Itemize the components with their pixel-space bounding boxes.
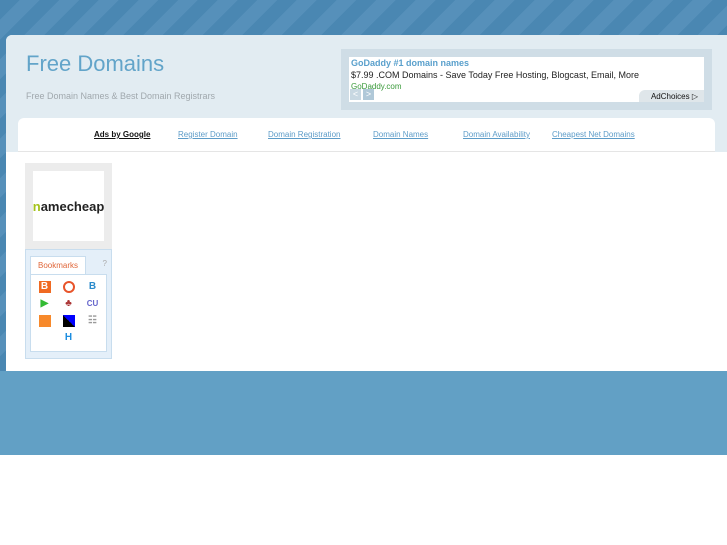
ad-next-button[interactable]: > bbox=[363, 89, 374, 100]
bookmarks-widget: Bookmarks ? B B ▶ ♣ CU ☷ H bbox=[25, 249, 112, 359]
ad-prev-button[interactable]: < bbox=[350, 89, 361, 100]
blogmarks-icon[interactable]: B bbox=[87, 281, 99, 293]
group-icon[interactable]: ♣ bbox=[63, 298, 75, 310]
nav-link-register-domain[interactable]: Register Domain bbox=[178, 130, 238, 139]
people-icon[interactable]: ☷ bbox=[87, 315, 99, 327]
nav-link-domain-registration[interactable]: Domain Registration bbox=[268, 130, 340, 139]
sidebar: n amecheap Bookmarks ? B B ▶ ♣ CU ☷ H bbox=[25, 163, 112, 359]
namecheap-banner[interactable]: n amecheap bbox=[25, 163, 112, 249]
ads-by-google-link[interactable]: Ads by Google bbox=[94, 130, 150, 139]
ad-text[interactable]: $7.99 .COM Domains - Save Today Free Hos… bbox=[351, 70, 702, 80]
site-title[interactable]: Free Domains bbox=[26, 51, 164, 77]
help-link[interactable]: ? bbox=[103, 259, 107, 268]
bookmarks-tab[interactable]: Bookmarks bbox=[30, 256, 87, 274]
site-tagline: Free Domain Names & Best Domain Registra… bbox=[26, 91, 216, 101]
hi-icon[interactable]: H bbox=[63, 332, 75, 344]
page-container: Free Domains Free Domain Names & Best Do… bbox=[6, 35, 727, 371]
delicious-icon[interactable] bbox=[62, 315, 75, 327]
ad-title[interactable]: GoDaddy #1 domain names bbox=[351, 58, 702, 68]
blogger-icon[interactable]: B bbox=[38, 281, 51, 293]
grid-icon[interactable] bbox=[38, 315, 51, 327]
stumbleupon-icon[interactable] bbox=[62, 281, 75, 293]
header: Free Domains Free Domain Names & Best Do… bbox=[6, 35, 727, 152]
namecheap-logo: n amecheap bbox=[33, 171, 104, 241]
citeulike-icon[interactable]: CU bbox=[87, 298, 99, 310]
nav-link-domain-availability[interactable]: Domain Availability bbox=[463, 130, 530, 139]
nav-link-cheapest-net-domains[interactable]: Cheapest Net Domains bbox=[552, 130, 635, 139]
footer-band bbox=[0, 371, 727, 455]
adchoices-link[interactable]: AdChoices ▷ bbox=[638, 90, 704, 102]
ad-banner: GoDaddy #1 domain names $7.99 .COM Domai… bbox=[341, 49, 712, 110]
nav-bar: Ads by Google Register Domain Domain Reg… bbox=[18, 118, 715, 152]
play-icon[interactable]: ▶ bbox=[39, 298, 51, 310]
nav-link-domain-names[interactable]: Domain Names bbox=[373, 130, 428, 139]
